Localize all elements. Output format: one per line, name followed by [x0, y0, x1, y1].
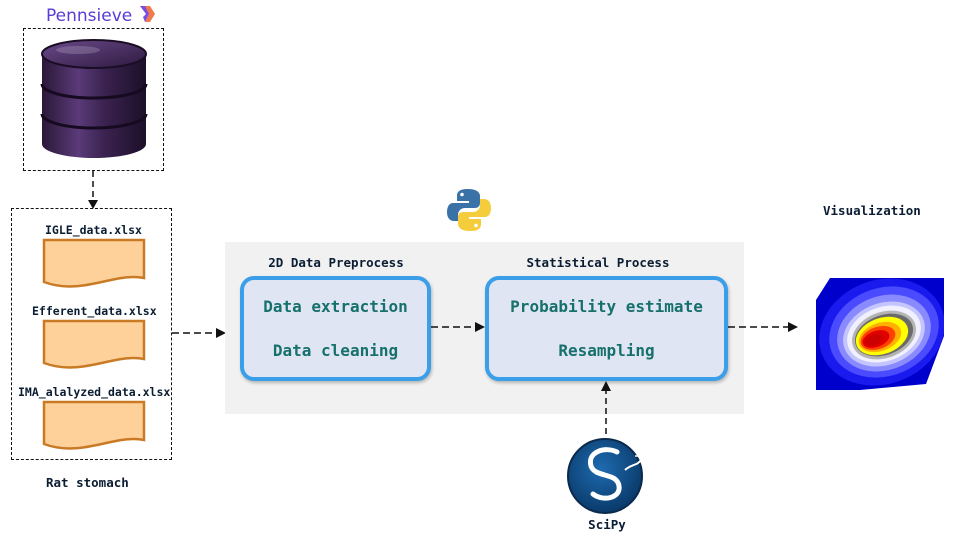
statistical-step: Probability estimate	[510, 297, 703, 316]
pipeline-diagram: Pennsieve IGLE_data.xlsx Efferent_data.x…	[0, 0, 953, 558]
preprocess-step: Data extraction	[263, 297, 408, 316]
scipy-label: SciPy	[588, 517, 626, 532]
arrow-statistical-to-visualization	[728, 322, 798, 332]
preprocess-box	[240, 276, 431, 381]
statistical-title: Statistical Process	[526, 255, 670, 270]
preprocess-step: Data cleaning	[272, 341, 399, 360]
python-logo-icon	[447, 189, 491, 231]
pennsieve-logo-icon	[139, 6, 155, 22]
statistical-box	[485, 276, 728, 381]
arrow-preprocess-to-statistical	[431, 322, 485, 332]
arrow-db-to-files	[88, 171, 98, 209]
files-caption: Rat stomach	[46, 475, 129, 490]
file-label: IMA_alalyzed_data.xlsx	[18, 385, 171, 399]
file-label: Efferent_data.xlsx	[32, 304, 157, 318]
file-document-icon	[42, 400, 146, 450]
file-label: IGLE_data.xlsx	[45, 223, 142, 237]
file-document-icon	[42, 238, 146, 288]
arrow-scipy-to-statistical	[601, 381, 611, 434]
file-document-icon	[42, 319, 146, 369]
visualization-title: Visualization	[823, 203, 921, 218]
database-icon	[40, 39, 148, 158]
preprocess-title: 2D Data Preprocess	[268, 255, 404, 270]
heatmap-thumbnail	[816, 278, 944, 390]
arrow-files-to-preprocess	[172, 328, 226, 338]
pennsieve-wordmark: Pennsieve	[46, 6, 133, 26]
pennsieve-logo: Pennsieve	[46, 5, 156, 26]
scipy-logo-icon	[567, 438, 645, 514]
statistical-step: Resampling	[558, 341, 655, 360]
